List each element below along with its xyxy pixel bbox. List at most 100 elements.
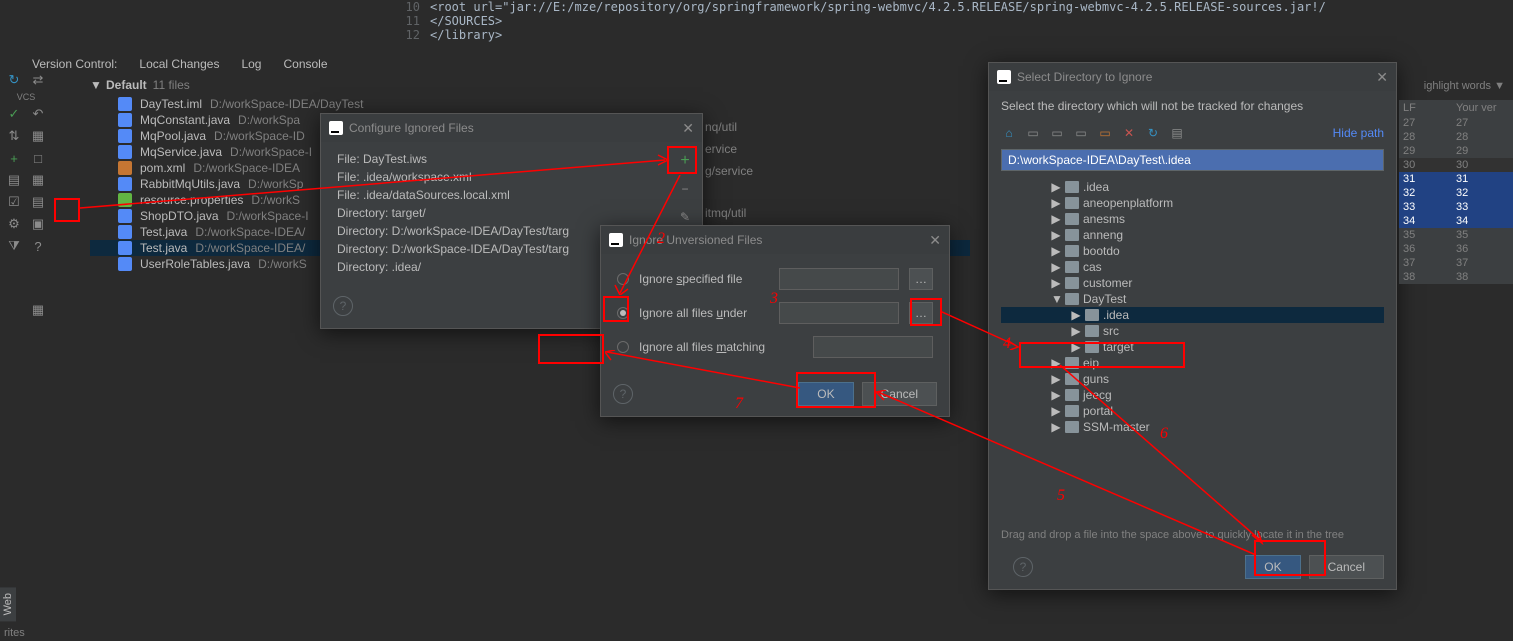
- add-entry-button[interactable]: +: [674, 150, 696, 172]
- changelist-name[interactable]: Default: [106, 78, 147, 92]
- collapse-icon[interactable]: ▦: [28, 170, 48, 190]
- delete-icon[interactable]: ✕: [1121, 125, 1137, 141]
- radio-matching[interactable]: [617, 341, 629, 353]
- filter-icon[interactable]: ⧩: [4, 236, 24, 256]
- options-icon[interactable]: ☑: [4, 192, 24, 212]
- ignore-entry[interactable]: Directory: target/: [333, 204, 690, 222]
- diff-line-row[interactable]: 3434: [1399, 214, 1513, 228]
- diff-line-row[interactable]: 3535: [1399, 228, 1513, 242]
- revert-icon[interactable]: ↶: [28, 104, 48, 124]
- remove-entry-button[interactable]: −: [674, 178, 696, 200]
- tree-node[interactable]: ▶aneopenplatform: [1001, 195, 1384, 211]
- chevron-icon[interactable]: ▶: [1071, 324, 1081, 338]
- chevron-icon[interactable]: ▶: [1071, 308, 1081, 322]
- close-icon[interactable]: ✕: [682, 120, 694, 137]
- cancel-button[interactable]: Cancel: [1309, 555, 1384, 579]
- tab-local-changes[interactable]: Local Changes: [135, 55, 223, 73]
- file-row[interactable]: DayTest.imlD:/workSpace-IDEA/DayTest: [90, 96, 970, 112]
- tree-node[interactable]: ▶anesms: [1001, 211, 1384, 227]
- chevron-icon[interactable]: ▶: [1051, 388, 1061, 402]
- help-icon[interactable]: ?: [28, 236, 48, 256]
- folder2-icon[interactable]: ▭: [1073, 125, 1089, 141]
- chevron-icon[interactable]: ▶: [1071, 340, 1081, 354]
- radio-specified-file[interactable]: [617, 273, 629, 285]
- settings-icon[interactable]: ⚙: [4, 214, 24, 234]
- diff-icon[interactable]: ⇅: [4, 126, 24, 146]
- chevron-icon[interactable]: ▶: [1051, 196, 1061, 210]
- help-icon[interactable]: ?: [333, 296, 353, 316]
- help-icon[interactable]: ?: [613, 384, 633, 404]
- show-hidden-icon[interactable]: ▤: [1169, 125, 1185, 141]
- chevron-icon[interactable]: ▶: [1051, 228, 1061, 242]
- pattern-input[interactable]: [813, 336, 933, 358]
- chevron-icon[interactable]: ▶: [1051, 212, 1061, 226]
- diff-line-row[interactable]: 2929: [1399, 144, 1513, 158]
- browse-directory-button[interactable]: …: [909, 302, 933, 324]
- diff-line-row[interactable]: 2828: [1399, 130, 1513, 144]
- directory-path-input[interactable]: [779, 302, 899, 324]
- close-icon[interactable]: ✕: [929, 232, 941, 249]
- diff-line-row[interactable]: 3333: [1399, 200, 1513, 214]
- ok-button[interactable]: OK: [1245, 555, 1300, 579]
- tree-node[interactable]: ▶portal: [1001, 403, 1384, 419]
- tree-node[interactable]: ▶src: [1001, 323, 1384, 339]
- diff-line-row[interactable]: 3737: [1399, 256, 1513, 270]
- file-path-input[interactable]: [779, 268, 899, 290]
- commit-icon[interactable]: ✓: [4, 104, 24, 124]
- chevron-icon[interactable]: ▶: [1051, 372, 1061, 386]
- help-icon[interactable]: ?: [1013, 557, 1033, 577]
- chevron-icon[interactable]: ▶: [1051, 260, 1061, 274]
- ignore-entry[interactable]: File: .idea/dataSources.local.xml: [333, 186, 690, 204]
- chevron-down-icon[interactable]: ▼: [90, 78, 100, 92]
- tree-node[interactable]: ▶.idea: [1001, 179, 1384, 195]
- tree-node[interactable]: ▶guns: [1001, 371, 1384, 387]
- tree-node[interactable]: ▶cas: [1001, 259, 1384, 275]
- diff-line-row[interactable]: 3636: [1399, 242, 1513, 256]
- chevron-icon[interactable]: ▶: [1051, 244, 1061, 258]
- chevron-icon[interactable]: ▶: [1051, 180, 1061, 194]
- folder-icon[interactable]: ▭: [1049, 125, 1065, 141]
- close-icon[interactable]: ✕: [1376, 69, 1388, 86]
- tree-node[interactable]: ▶target: [1001, 339, 1384, 355]
- tree-node[interactable]: ▼DayTest: [1001, 291, 1384, 307]
- chevron-icon[interactable]: ▶: [1051, 404, 1061, 418]
- ignore-entry[interactable]: File: DayTest.iws: [333, 150, 690, 168]
- tree-node[interactable]: ▶anneng: [1001, 227, 1384, 243]
- diff-line-row[interactable]: 3131: [1399, 172, 1513, 186]
- tree-node[interactable]: ▶jeecg: [1001, 387, 1384, 403]
- new-folder-icon[interactable]: ▭: [1097, 125, 1113, 141]
- ignore-entry[interactable]: File: .idea/workspace.xml: [333, 168, 690, 186]
- group-icon[interactable]: ▦: [28, 126, 48, 146]
- copy-icon[interactable]: ▣: [28, 214, 48, 234]
- toggle-icon[interactable]: ⇄: [28, 70, 48, 90]
- cancel-button[interactable]: Cancel: [862, 382, 937, 406]
- tree-node[interactable]: ▶customer: [1001, 275, 1384, 291]
- ok-button[interactable]: OK: [798, 382, 853, 406]
- add-icon[interactable]: +: [4, 148, 24, 168]
- browse-button[interactable]: …: [909, 268, 933, 290]
- chevron-icon[interactable]: ▶: [1051, 276, 1061, 290]
- tree-node[interactable]: ▶.idea: [1001, 307, 1384, 323]
- tree-node[interactable]: ▶eip: [1001, 355, 1384, 371]
- preview-icon[interactable]: ▤: [28, 192, 48, 212]
- diff-line-row[interactable]: 3232: [1399, 186, 1513, 200]
- web-tool-tab[interactable]: Web: [0, 587, 16, 621]
- chevron-icon[interactable]: ▶: [1051, 356, 1061, 370]
- refresh-icon[interactable]: ↻: [4, 70, 24, 90]
- diff-line-row[interactable]: 2727: [1399, 116, 1513, 130]
- shelf-icon[interactable]: □: [28, 148, 48, 168]
- highlight-dropdown[interactable]: ighlight words ▼: [1424, 80, 1505, 92]
- tab-log[interactable]: Log: [237, 55, 265, 73]
- directory-tree[interactable]: ▶.idea▶aneopenplatform▶anesms▶anneng▶boo…: [1001, 179, 1384, 521]
- diff-line-row[interactable]: 3030: [1399, 158, 1513, 172]
- expand-icon[interactable]: ▤: [4, 170, 24, 190]
- path-field[interactable]: D:\workSpace-IDEA\DayTest\.idea: [1001, 149, 1384, 171]
- chevron-icon[interactable]: ▶: [1051, 420, 1061, 434]
- radio-all-under[interactable]: [617, 307, 629, 319]
- diff-line-row[interactable]: 3838: [1399, 270, 1513, 284]
- chevron-icon[interactable]: ▼: [1051, 292, 1061, 306]
- home-icon[interactable]: ⌂: [1001, 125, 1017, 141]
- tree-node[interactable]: ▶SSM-master: [1001, 419, 1384, 435]
- project-icon[interactable]: ▭: [1025, 125, 1041, 141]
- tab-console[interactable]: Console: [279, 55, 331, 73]
